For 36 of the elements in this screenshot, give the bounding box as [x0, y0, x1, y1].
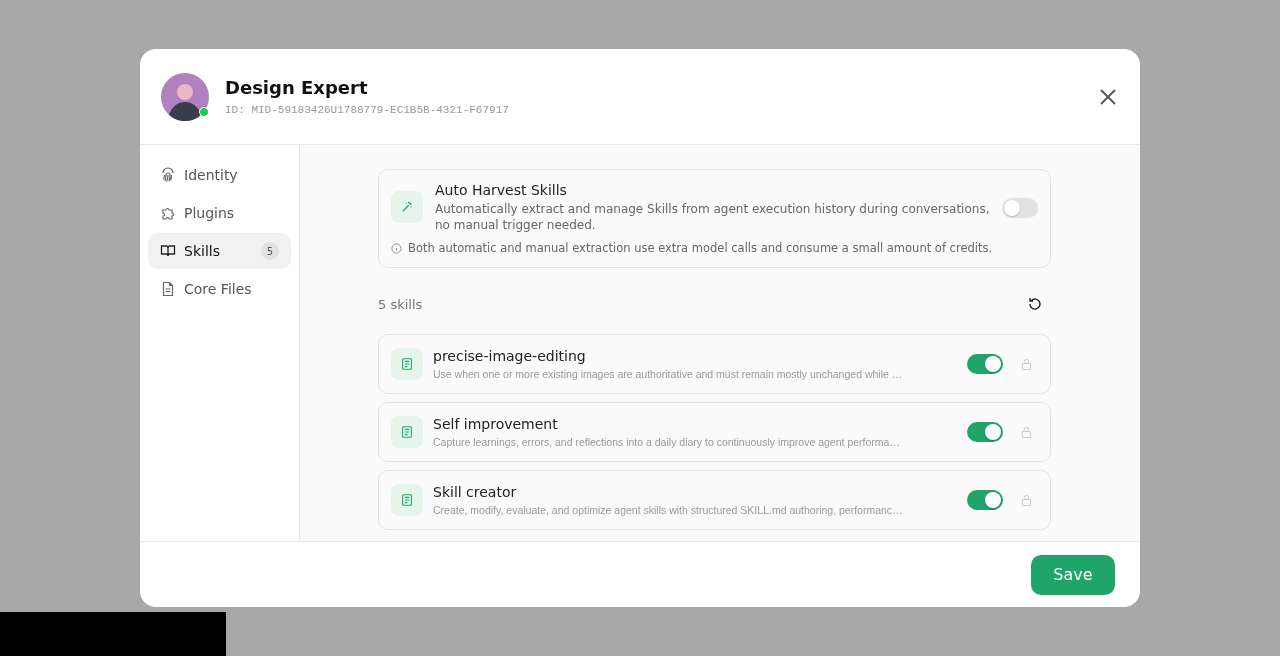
dialog-title: Design Expert — [225, 77, 369, 98]
skill-description: Capture learnings, errors, and reflections into a daily diary to continuously improve agent performa… — [433, 436, 901, 448]
credits-note: Both automatic and manual extraction use extra model calls and consume a small amount of credits. — [408, 241, 993, 255]
toggle-switch[interactable] — [967, 354, 1003, 374]
info-icon — [391, 242, 402, 254]
skill-description: Use when one or more existing images are authoritative and must remain mostly unchanged while … — [433, 368, 904, 380]
sidebar-item[interactable]: Identity — [148, 157, 291, 193]
sidebar-item[interactable]: Skills 5 — [148, 233, 291, 269]
skill-description: Create, modify, evaluate, and optimize agent skills with structured SKILL.md authoring, performanc… — [433, 504, 904, 516]
book-icon — [160, 243, 176, 259]
agent-id: ID: MID-59183426U1788779-EC1B5B-4321-F67917 — [225, 104, 510, 116]
setting-description: Automatically extract and manage Skills from agent execution history during conversations, no manual trigger needed. — [435, 201, 990, 233]
count-badge: 5 — [261, 242, 279, 260]
lock-icon — [1021, 425, 1032, 439]
refresh-icon[interactable] — [1027, 296, 1043, 312]
skills-count: 5 skills — [378, 296, 423, 312]
skill-name: Self improvement — [433, 416, 559, 432]
notebook-icon — [391, 416, 423, 448]
setting-title: Auto Harvest Skills — [435, 182, 568, 198]
fingerprint-icon — [160, 167, 176, 183]
avatar — [161, 72, 209, 121]
skill-name: Skill creator — [433, 484, 518, 500]
sidebar-item[interactable]: Plugins — [148, 195, 291, 231]
skill-name: precise-image-editing — [433, 348, 587, 364]
document-icon — [160, 281, 176, 297]
magic-wand-icon — [391, 191, 423, 223]
toggle-switch[interactable] — [967, 422, 1003, 442]
toggle-switch[interactable] — [1002, 197, 1038, 218]
sidebar-item[interactable]: Core Files — [148, 271, 291, 307]
lock-icon — [1021, 357, 1032, 371]
puzzle-icon — [160, 205, 176, 221]
notebook-icon — [391, 484, 423, 516]
notebook-icon — [391, 348, 423, 380]
toggle-switch[interactable] — [967, 490, 1003, 510]
lock-icon — [1021, 493, 1032, 507]
close-button[interactable] — [1098, 86, 1118, 107]
